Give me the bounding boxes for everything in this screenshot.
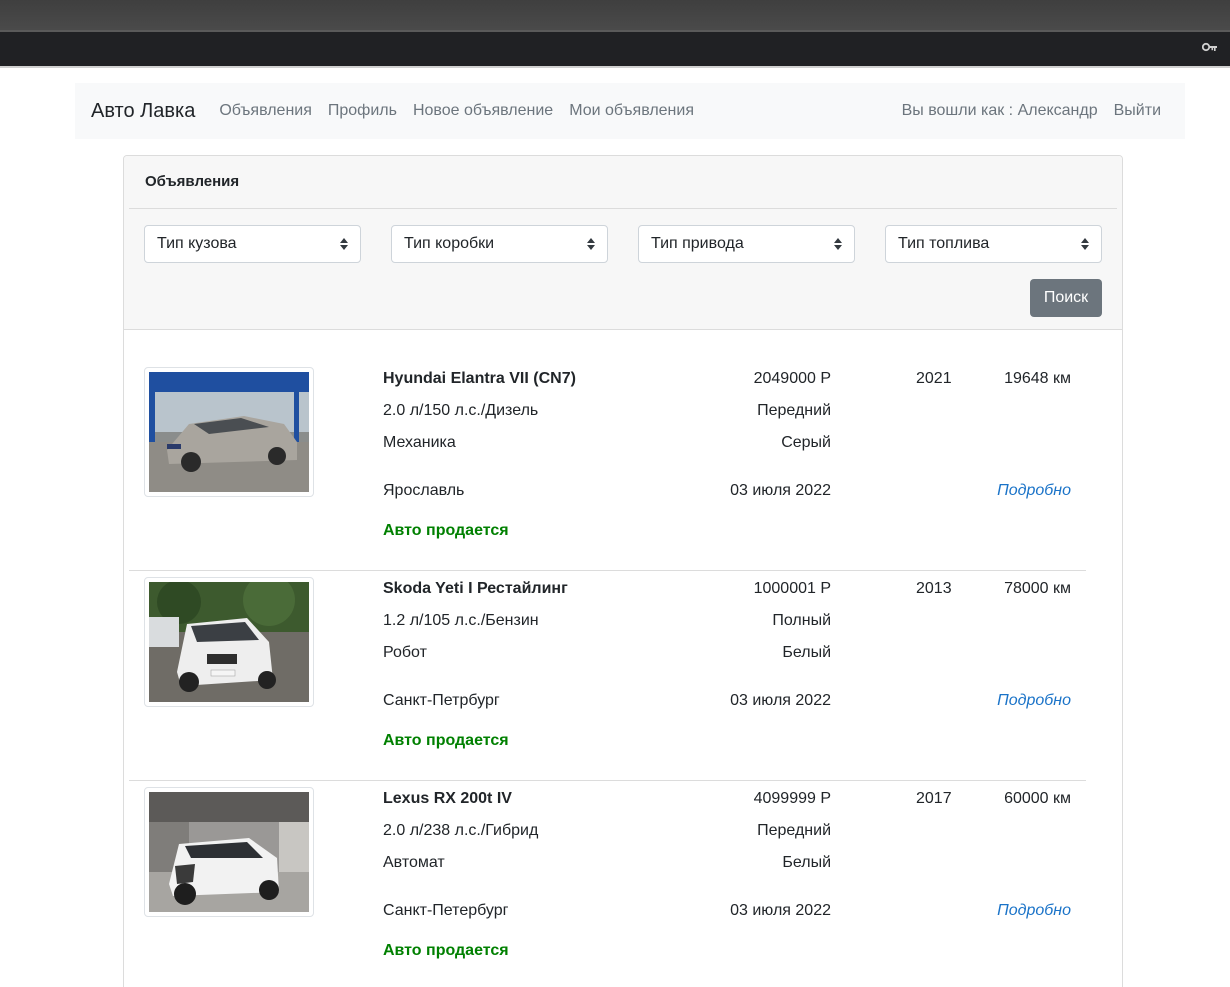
nav-link-my-listings[interactable]: Мои объявления xyxy=(569,102,694,120)
fuel-type-select[interactable]: Тип топлива xyxy=(885,225,1102,263)
listing-drive: Полный xyxy=(772,612,831,629)
listing-city: Санкт-Петрбург xyxy=(383,692,500,709)
logout-link[interactable]: Выйти xyxy=(1114,102,1161,120)
key-icon[interactable] xyxy=(1202,41,1218,53)
brand-logo[interactable]: Авто Лавка xyxy=(91,100,195,123)
listing-price: 1000001 Р xyxy=(753,580,831,597)
listing-date: 03 июля 2022 xyxy=(730,482,831,499)
listing-drive: Передний xyxy=(757,402,831,419)
select-arrows-icon xyxy=(834,238,842,250)
listing-status: Авто продается xyxy=(383,942,509,959)
browser-top-strip xyxy=(0,0,1230,30)
filter-panel: Объявления Тип кузова Тип коробки Тип пр… xyxy=(124,156,1122,330)
search-button[interactable]: Поиск xyxy=(1030,279,1102,317)
listing-city: Ярославль xyxy=(383,482,465,499)
listing-item: Hyundai Elantra VII (CN7) 2.0 л/150 л.с.… xyxy=(129,361,1086,571)
listing-engine: 1.2 л/105 л.с./Бензин xyxy=(383,612,539,629)
details-link[interactable]: Подробно xyxy=(997,902,1071,920)
header-divider xyxy=(129,208,1117,209)
car-photo[interactable] xyxy=(144,787,314,917)
car-photo-lexus xyxy=(149,792,309,912)
car-photo-hyundai xyxy=(149,372,309,492)
listing-year: 2021 xyxy=(916,370,952,387)
car-photo-skoda xyxy=(149,582,309,702)
listing-mileage: 78000 км xyxy=(1004,580,1071,597)
select-arrows-icon xyxy=(587,238,595,250)
listing-mileage: 60000 км xyxy=(1004,790,1071,807)
listing-transmission: Механика xyxy=(383,434,456,451)
listing-engine: 2.0 л/150 л.с./Дизель xyxy=(383,402,539,419)
drive-type-select[interactable]: Тип привода xyxy=(638,225,855,263)
listing-price: 2049000 Р xyxy=(753,370,831,387)
card-title: Объявления xyxy=(145,173,240,190)
toolbar-shadow xyxy=(0,66,1230,68)
nav-user-area: Вы вошли как : Александр Выйти xyxy=(902,102,1169,120)
drive-type-select-value: Тип привода xyxy=(651,235,744,252)
listing-date: 03 июля 2022 xyxy=(730,902,831,919)
listing-mileage: 19648 км xyxy=(1004,370,1071,387)
listing-year: 2017 xyxy=(916,790,952,807)
gearbox-type-select[interactable]: Тип коробки xyxy=(391,225,608,263)
listing-engine: 2.0 л/238 л.с./Гибрид xyxy=(383,822,539,839)
car-photo[interactable] xyxy=(144,367,314,497)
body-type-select[interactable]: Тип кузова xyxy=(144,225,361,263)
listing-item: Lexus RX 200t IV 2.0 л/238 л.с./Гибрид А… xyxy=(129,781,1086,987)
car-photo[interactable] xyxy=(144,577,314,707)
listing-status: Авто продается xyxy=(383,732,509,749)
listing-date: 03 июля 2022 xyxy=(730,692,831,709)
listing-drive: Передний xyxy=(757,822,831,839)
listing-price: 4099999 Р xyxy=(753,790,831,807)
nav-link-new-listing[interactable]: Новое объявление xyxy=(413,102,553,120)
listing-status: Авто продается xyxy=(383,522,509,539)
nav-link-profile[interactable]: Профиль xyxy=(328,102,397,120)
listing-title: Lexus RX 200t IV xyxy=(383,790,512,807)
listing-color: Серый xyxy=(781,434,831,451)
select-arrows-icon xyxy=(1081,238,1089,250)
body-type-select-value: Тип кузова xyxy=(157,235,237,252)
listing-title: Hyundai Elantra VII (CN7) xyxy=(383,370,576,387)
listing-color: Белый xyxy=(782,854,831,871)
browser-toolbar xyxy=(0,32,1230,66)
details-link[interactable]: Подробно xyxy=(997,482,1071,500)
nav-link-listings[interactable]: Объявления xyxy=(219,102,312,120)
listing-city: Санкт-Петербург xyxy=(383,902,509,919)
listings-card: Объявления Тип кузова Тип коробки Тип пр… xyxy=(123,155,1123,987)
main-navbar: Авто Лавка Объявления Профиль Новое объя… xyxy=(75,83,1185,139)
gearbox-type-select-value: Тип коробки xyxy=(404,235,495,252)
fuel-type-select-value: Тип топлива xyxy=(898,235,990,252)
listing-item: Skoda Yeti I Рестайлинг 1.2 л/105 л.с./Б… xyxy=(129,571,1086,781)
select-arrows-icon xyxy=(340,238,348,250)
logged-in-text: Вы вошли как : Александр xyxy=(901,102,1098,119)
details-link[interactable]: Подробно xyxy=(997,692,1071,710)
listing-color: Белый xyxy=(782,644,831,661)
listing-transmission: Робот xyxy=(383,644,427,661)
listing-title: Skoda Yeti I Рестайлинг xyxy=(383,580,568,597)
listing-year: 2013 xyxy=(916,580,952,597)
listing-transmission: Автомат xyxy=(383,854,445,871)
